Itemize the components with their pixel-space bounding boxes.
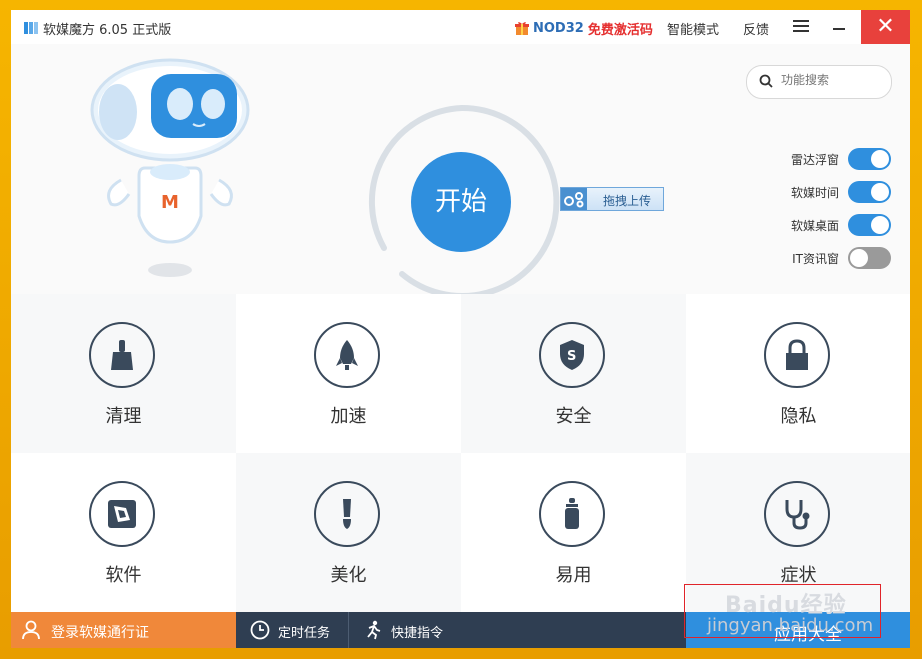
tile-usability[interactable]: 易用 — [461, 453, 686, 612]
toggle-switch[interactable] — [848, 181, 891, 203]
tile-label: 隐私 — [780, 406, 817, 427]
toggle-label: 雷达浮窗 — [790, 153, 839, 167]
aperture-icon — [108, 500, 136, 528]
toggle-it-news[interactable]: IT资讯窗 — [771, 247, 891, 269]
toggle-label: IT资讯窗 — [792, 252, 839, 266]
free-activation-label: 免费激活码 — [587, 23, 653, 38]
tile-security[interactable]: S 安全 — [461, 294, 686, 453]
feature-search[interactable] — [746, 65, 892, 99]
user-icon — [22, 620, 40, 640]
brush-icon — [343, 499, 351, 529]
scheduled-tasks-label: 定时任务 — [278, 626, 331, 641]
title-bar[interactable]: 软媒魔方 6.05 正式版 NOD32 免费激活码 智能模式 反馈 ✕ — [11, 10, 910, 44]
toggle-ruanmei-time[interactable]: 软媒时间 — [771, 181, 891, 203]
share-icon — [561, 188, 587, 210]
feedback-button[interactable]: 反馈 — [743, 19, 769, 38]
clock-icon — [250, 620, 270, 640]
tile-speedup[interactable]: 加速 — [236, 294, 461, 453]
app-logo-icon — [24, 22, 38, 34]
stethoscope-icon — [785, 500, 810, 530]
scheduled-tasks-button[interactable]: 定时任务 — [236, 612, 348, 648]
menu-icon[interactable] — [793, 20, 809, 34]
tile-clean[interactable]: 清理 — [11, 294, 236, 453]
minimize-button[interactable] — [827, 18, 851, 38]
tile-label: 美化 — [330, 565, 367, 586]
toggle-switch[interactable] — [848, 247, 891, 269]
tile-label: 加速 — [330, 406, 367, 427]
rocket-icon — [336, 340, 358, 370]
toggle-label: 软媒时间 — [790, 186, 839, 200]
tile-beautify[interactable]: 美化 — [236, 453, 461, 612]
gift-icon — [515, 22, 529, 35]
toggle-switch[interactable] — [848, 214, 891, 236]
search-input[interactable] — [781, 73, 881, 87]
start-button[interactable]: 开始 — [411, 152, 511, 252]
svg-text:M: M — [161, 192, 179, 213]
quick-commands-label: 快捷指令 — [391, 626, 444, 641]
feature-grid: 清理 加速 S 安全 隐私 软件 美化 易用 症状 — [11, 294, 910, 612]
tile-label: 易用 — [555, 565, 592, 586]
nod32-label: NOD32 — [533, 21, 584, 36]
quick-commands-button[interactable]: 快捷指令 — [349, 612, 461, 648]
nod32-promo-link[interactable]: NOD32 免费激活码 — [515, 19, 653, 38]
search-icon — [759, 74, 773, 88]
close-button[interactable]: ✕ — [861, 10, 910, 44]
toggle-label: 软媒桌面 — [790, 219, 839, 233]
hero-panel: M 开始 拖拽上传 雷达浮窗 — [11, 44, 910, 299]
svg-text:S: S — [567, 349, 576, 364]
tile-software[interactable]: 软件 — [11, 453, 236, 612]
baidu-watermark: Baidu经验 jingyan.baidu.com — [684, 584, 881, 638]
smart-mode-button[interactable]: 智能模式 — [667, 19, 719, 38]
toggle-ruanmei-desktop[interactable]: 软媒桌面 — [771, 214, 891, 236]
watermark-url: jingyan.baidu.com — [707, 615, 874, 636]
broom-icon — [111, 340, 133, 370]
tile-privacy[interactable]: 隐私 — [686, 294, 910, 453]
drag-upload-label: 拖拽上传 — [603, 194, 652, 208]
app-window: 软媒魔方 6.05 正式版 NOD32 免费激活码 智能模式 反馈 ✕ M 开始… — [11, 10, 910, 648]
tile-label: 安全 — [555, 406, 592, 427]
toggle-radar-float[interactable]: 雷达浮窗 — [771, 148, 891, 170]
tile-label: 软件 — [105, 565, 142, 586]
running-icon — [367, 620, 381, 640]
lock-icon — [786, 339, 808, 370]
login-label: 登录软媒通行证 — [51, 625, 149, 641]
tile-label: 清理 — [105, 406, 142, 427]
toggle-switch[interactable] — [848, 148, 891, 170]
app-title: 软媒魔方 6.05 正式版 — [43, 23, 172, 38]
login-passport-button[interactable]: 登录软媒通行证 — [11, 612, 236, 648]
robot-mascot-icon: M — [90, 58, 250, 277]
drag-upload-button[interactable]: 拖拽上传 — [560, 187, 664, 211]
shield-icon: S — [560, 340, 584, 370]
bottle-icon — [565, 498, 579, 529]
